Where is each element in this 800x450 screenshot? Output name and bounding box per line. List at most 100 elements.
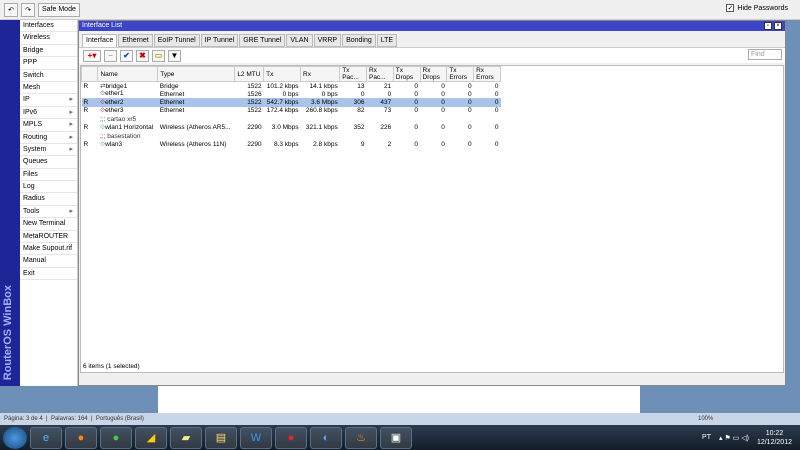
cell-rxe: 0 — [494, 141, 499, 149]
tray-icons[interactable]: ▴ ⚑ ▭ ◁) — [719, 434, 749, 442]
explorer-icon[interactable]: ▤ — [205, 426, 237, 449]
table-row[interactable]: R ⟐ether3 Ethernet 1522 172.4 kbps 260.8 kbps… — [82, 107, 501, 115]
submenu-arrow-icon: ▸ — [69, 133, 73, 141]
language-indicator[interactable]: PT — [702, 434, 711, 441]
cell-txp: 306 — [339, 98, 367, 107]
column-header[interactable]: Type — [157, 66, 236, 82]
cell-rxd: 0 — [441, 124, 445, 132]
sidebar-item-tools[interactable]: Tools ▸ — [20, 206, 77, 219]
sidebar-item-files[interactable]: Files — [20, 169, 77, 182]
safe-mode-button[interactable]: Safe Mode — [38, 2, 80, 17]
firefox-icon[interactable]: ● — [65, 426, 97, 449]
tab-gre-tunnel[interactable]: GRE Tunnel — [239, 34, 286, 47]
sidebar-item-wireless[interactable]: Wireless — [20, 32, 77, 45]
comment-icon[interactable]: ▭ — [152, 49, 165, 62]
sidebar-item-label: New Terminal — [23, 220, 66, 228]
tab-lte[interactable]: LTE — [376, 34, 398, 47]
notes-icon[interactable]: ▰ — [170, 426, 202, 449]
cell-txe: 0 — [467, 141, 472, 149]
sidebar-item-ip[interactable]: IP ▸ — [20, 94, 77, 107]
filter-icon[interactable]: ▼ — [168, 49, 181, 62]
redo-button[interactable]: ↷ — [21, 2, 35, 17]
tab-vrrp[interactable]: VRRP — [313, 34, 342, 47]
sidebar-item-radius[interactable]: Radius — [20, 193, 77, 206]
hide-passwords-checkbox[interactable]: ✓ Hide Passwords — [726, 4, 788, 12]
sidebar-item-queues[interactable]: Queues — [20, 156, 77, 169]
checkbox-icon[interactable]: ✓ — [726, 4, 735, 12]
sidebar-item-switch[interactable]: Switch — [20, 70, 77, 82]
sidebar-item-manual[interactable]: Manual — [20, 255, 77, 268]
column-header[interactable]: L2 MTU — [234, 66, 265, 82]
start-button[interactable] — [3, 426, 27, 449]
column-header[interactable]: Rx — [300, 66, 341, 82]
ie-icon[interactable]: e — [30, 426, 62, 449]
column-header[interactable]: Rx Errors — [473, 66, 501, 82]
red-app-icon[interactable]: ● — [275, 426, 307, 449]
column-header[interactable]: Tx — [263, 66, 302, 82]
sidebar-item-metarouter[interactable]: MetaROUTER — [20, 231, 77, 244]
column-header[interactable]: Tx Pac... — [339, 66, 367, 82]
enable-icon[interactable]: ✔ — [120, 49, 133, 62]
column-header[interactable]: Rx Drops — [419, 66, 448, 82]
tab-bonding[interactable]: Bonding — [342, 34, 376, 47]
word-zoom[interactable]: 100% — [698, 413, 713, 425]
clock-time: 10:22 — [765, 429, 784, 437]
word-status-bar: Página: 3 de 4 | Palavras: 164 | Portugu… — [0, 413, 800, 425]
cell-rxe: 0 — [494, 90, 499, 98]
interface-name: ether1 — [105, 90, 124, 98]
column-header[interactable]: Name — [97, 66, 159, 82]
sidebar-item-interfaces[interactable]: Interfaces — [20, 20, 77, 33]
find-input[interactable]: Find — [748, 49, 782, 60]
sidebar-item-make-supout-rif[interactable]: Make Supout.rif — [20, 243, 77, 256]
chrome-icon[interactable]: ● — [100, 426, 132, 449]
cell-name: ⟐ether3 — [98, 107, 158, 115]
table-row[interactable]: R ⟐wlan1 Horizontal Wireless (Atheros AR5.… — [82, 124, 501, 132]
undo-button[interactable]: ↶ — [4, 2, 18, 17]
sidebar-item-ipv6[interactable]: IPv6 ▸ — [20, 107, 77, 120]
cell-rxd: 0 — [441, 90, 445, 98]
table-row[interactable]: R ⟐wlan3 Wireless (Atheros 11N) 2290 8.3 kbp… — [82, 140, 501, 149]
clock[interactable]: 10:22 12/12/2012 — [757, 429, 792, 447]
flame-icon[interactable]: ♨ — [345, 426, 377, 449]
word-language[interactable]: Português (Brasil) — [96, 416, 144, 422]
add-icon[interactable]: +▾ — [83, 49, 101, 62]
comment-row[interactable]: ;;; cartao xr5 — [82, 115, 501, 123]
sidebar-item-exit[interactable]: Exit — [20, 268, 77, 281]
disable-icon[interactable]: ✖ — [136, 49, 149, 62]
sidebar-item-routing[interactable]: Routing ▸ — [20, 132, 77, 144]
cell-txp: 352 — [353, 124, 365, 132]
tab-eoip-tunnel[interactable]: EoIP Tunnel — [153, 34, 200, 47]
column-header[interactable] — [80, 66, 99, 82]
tab-vlan[interactable]: VLAN — [286, 34, 313, 47]
winbox-icon[interactable]: ◐ — [310, 426, 342, 449]
restore-icon[interactable]: ▫ — [764, 22, 772, 30]
tab-ethernet[interactable]: Ethernet — [118, 34, 153, 47]
sidebar-item-mesh[interactable]: Mesh — [20, 82, 77, 95]
terminal-icon[interactable]: ▣ — [380, 426, 412, 449]
table-row[interactable]: R ⟐ether2 Ethernet 1522 542.7 kbps 3.6 Mbps 30… — [81, 98, 501, 107]
table-row[interactable]: R ⇄bridge1 Bridge 1522 101.2 kbps 14.1 kbps 13… — [82, 82, 501, 91]
tab-interface[interactable]: Interface — [82, 34, 118, 47]
sidebar-item-mpls[interactable]: MPLS ▸ — [20, 119, 77, 132]
comment-row[interactable]: ;;; basestation — [82, 132, 501, 140]
sidebar-item-ppp[interactable]: PPP — [20, 57, 77, 70]
table-row[interactable]: ⟐ether1 Ethernet 1526 0 bps 0 bps 0 0 0 0 0 0 — [82, 90, 501, 98]
app-icon[interactable]: ◢ — [135, 426, 167, 449]
sidebar-item-system[interactable]: System ▸ — [20, 144, 77, 157]
remove-icon[interactable]: − — [104, 49, 117, 62]
sidebar-item-new-terminal[interactable]: New Terminal — [20, 218, 77, 231]
close-icon[interactable]: × — [774, 22, 782, 30]
column-header[interactable]: Tx Drops — [392, 66, 421, 82]
sidebar-item-log[interactable]: Log — [20, 181, 77, 194]
sidebar-item-bridge[interactable]: Bridge — [20, 45, 77, 58]
tab-ip-tunnel[interactable]: IP Tunnel — [200, 34, 239, 47]
sidebar-item-label: IP — [23, 96, 30, 104]
sidebar-item-label: Tools — [23, 207, 40, 215]
word-icon[interactable]: W — [240, 426, 272, 449]
top-toolbar: ↶ ↷ Safe Mode ✓ Hide Passwords — [0, 0, 800, 20]
sidebar-item-label: Interfaces — [23, 22, 54, 29]
column-header[interactable]: Rx Pac... — [365, 66, 394, 82]
column-header[interactable]: Tx Errors — [446, 66, 475, 82]
cell-txd: 0 — [414, 90, 419, 98]
window-title-bar[interactable]: Interface List ▫ × — [79, 21, 785, 31]
